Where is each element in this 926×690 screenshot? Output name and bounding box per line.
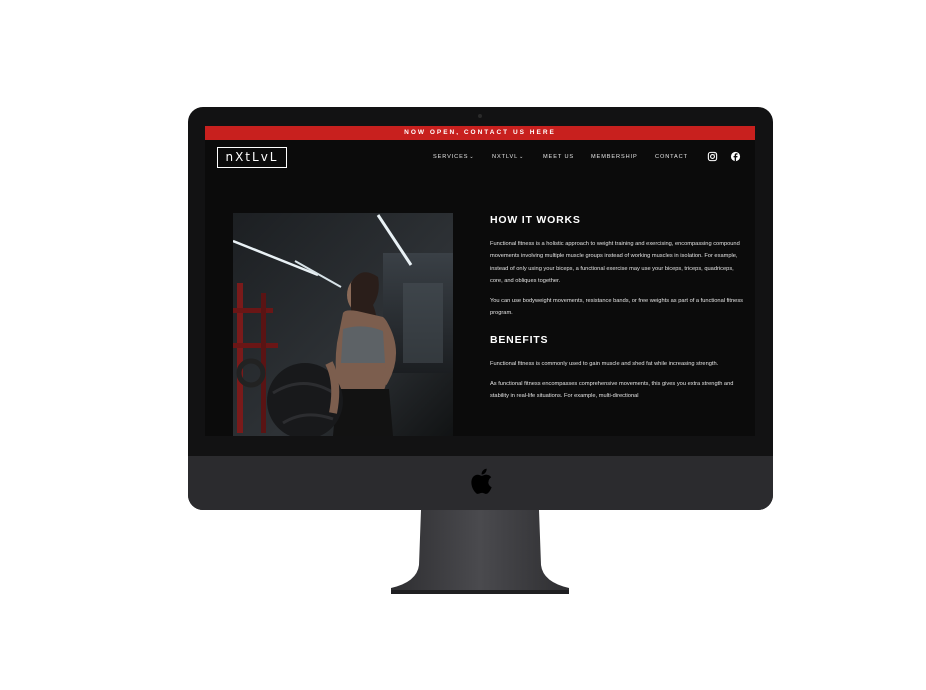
monitor-stand — [391, 510, 569, 594]
chevron-down-icon: ⌄ — [519, 154, 525, 160]
site-logo[interactable]: nXtLvL — [217, 147, 287, 168]
how-it-works-paragraph-1: Functional fitness is a holistic approac… — [490, 241, 740, 285]
announcement-banner[interactable]: NOW OPEN, CONTACT US HERE — [205, 126, 755, 140]
benefits-heading: BENEFITS — [490, 334, 549, 347]
gym-photo — [233, 213, 453, 436]
nav-item-services[interactable]: SERVICES⌄ — [433, 154, 474, 161]
nav-label-services: SERVICES — [433, 154, 469, 160]
nav-item-nxtlvl[interactable]: NXTLVL⌄ — [492, 154, 524, 161]
webcam — [478, 114, 482, 118]
nav-item-meet-us[interactable]: MEET US — [543, 154, 574, 161]
nav-item-membership[interactable]: MEMBERSHIP — [591, 154, 638, 161]
facebook-icon[interactable] — [730, 151, 741, 162]
nav-item-contact[interactable]: CONTACT — [655, 154, 688, 161]
nav-label-nxtlvl: NXTLVL — [492, 154, 519, 160]
website-screen: NOW OPEN, CONTACT US HERE nXtLvL SERVICE… — [205, 126, 755, 436]
apple-logo-icon — [471, 468, 492, 494]
content-column: HOW IT WORKS Functional fitness is a hol… — [490, 214, 746, 403]
benefits-paragraph-2: As functional fitness encompasses compre… — [490, 380, 734, 400]
benefits-paragraph-1: Functional fitness is commonly used to g… — [490, 361, 719, 368]
how-it-works-heading: HOW IT WORKS — [490, 214, 581, 226]
instagram-icon[interactable] — [707, 151, 718, 162]
chevron-down-icon: ⌄ — [469, 154, 475, 160]
how-it-works-paragraph-2: You can use bodyweight movements, resist… — [490, 297, 744, 317]
